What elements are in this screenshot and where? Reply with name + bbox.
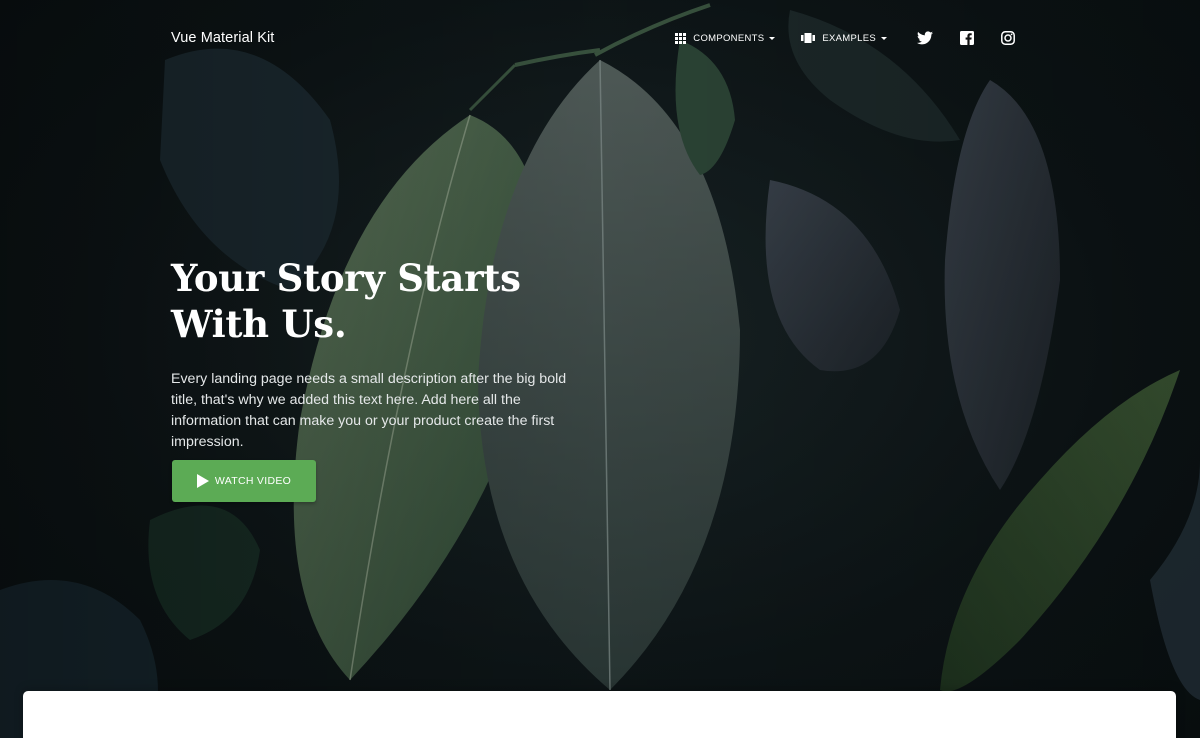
examples-label: Examples [822,32,876,44]
nav-menu: Components Examples [675,31,1015,45]
view-carousel-icon [801,33,816,43]
hero-header: Vue Material Kit Components [0,0,1200,738]
hero-description: Every landing page needs a small descrip… [171,371,567,450]
watch-video-button[interactable]: Watch Video [172,460,316,502]
components-dropdown[interactable]: Components [675,32,776,44]
hero-title-line1: Your Story Starts [171,256,521,300]
chevron-down-icon [881,36,887,40]
hero-title: Your Story Starts With Us. [171,255,591,347]
instagram-icon[interactable] [1001,31,1015,45]
apps-grid-icon [675,32,687,44]
hero-title-line2: With Us. [171,302,347,346]
chevron-down-icon [769,36,776,40]
components-label: Components [693,32,765,44]
play-icon [196,474,209,488]
facebook-icon[interactable] [960,31,974,45]
examples-dropdown[interactable]: Examples [801,33,887,44]
twitter-icon[interactable] [917,31,933,45]
brand-link[interactable]: Vue Material Kit [171,30,274,46]
watch-video-label: Watch Video [214,475,292,487]
navbar: Vue Material Kit Components [171,0,1015,76]
hero-content: Your Story Starts With Us. Every landing… [171,255,591,502]
main-content-panel [23,691,1176,738]
